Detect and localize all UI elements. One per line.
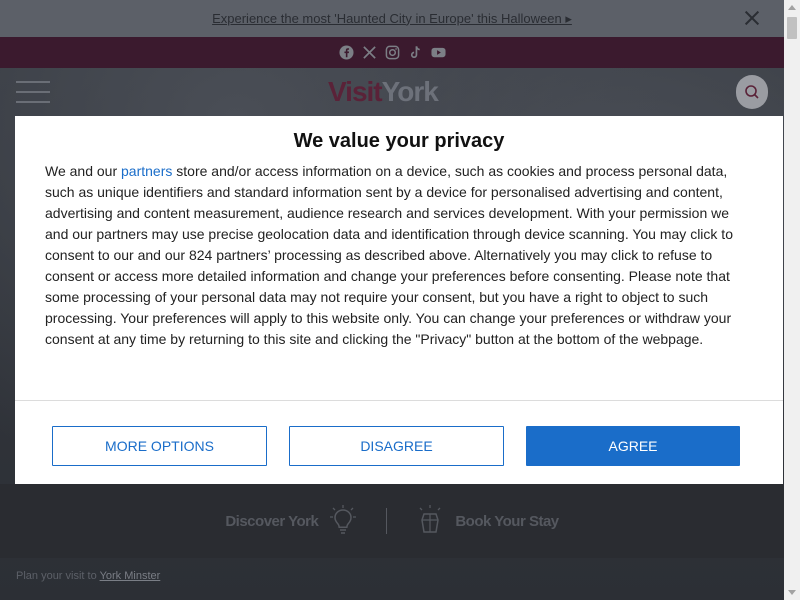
more-options-button[interactable]: MORE OPTIONS	[52, 426, 267, 466]
consent-divider	[15, 400, 783, 401]
hero-divider	[386, 508, 388, 534]
close-icon[interactable]	[744, 10, 760, 26]
facebook-icon[interactable]	[338, 45, 354, 60]
breadcrumb: Plan your visit to York Minster	[16, 570, 160, 582]
menu-icon[interactable]	[16, 81, 50, 103]
agree-button[interactable]: AGREE	[526, 426, 740, 466]
x-icon[interactable]	[362, 45, 377, 60]
partners-link[interactable]: partners	[121, 163, 172, 179]
site-logo[interactable]: VisitYork	[328, 76, 439, 108]
announcement-link[interactable]: Experience the most 'Haunted City in Eur…	[212, 11, 572, 27]
disagree-button[interactable]: DISAGREE	[289, 426, 504, 466]
hero-nav: Discover York Book Your Stay	[0, 484, 784, 558]
scroll-thumb[interactable]	[787, 17, 797, 39]
consent-body: We and our partners store and/or access …	[45, 161, 745, 350]
search-icon	[745, 85, 759, 99]
logo-visit: Visit	[328, 76, 383, 107]
consent-title: We value your privacy	[293, 130, 505, 152]
consent-body-text: store and/or access information on a dev…	[45, 163, 733, 347]
breadcrumb-prefix: Plan your visit to	[16, 570, 97, 582]
lantern-icon	[419, 505, 441, 533]
lightbulb-icon	[330, 505, 357, 534]
search-button[interactable]	[736, 75, 768, 109]
consent-dialog: We value your privacy We and our partner…	[15, 116, 783, 484]
breadcrumb-link[interactable]: York Minster	[100, 570, 161, 582]
announcement-bar: Experience the most 'Haunted City in Eur…	[0, 0, 784, 37]
tiktok-icon[interactable]	[408, 45, 423, 60]
scroll-up-icon[interactable]	[788, 5, 796, 10]
book-your-stay-label: Book Your Stay	[455, 512, 559, 530]
instagram-icon[interactable]	[385, 45, 400, 60]
discover-york-label: Discover York	[225, 512, 319, 530]
social-bar	[0, 37, 784, 68]
logo-york: York	[381, 76, 439, 107]
consent-body-intro: We and our	[45, 163, 122, 179]
youtube-icon[interactable]	[430, 45, 446, 60]
discover-york-link[interactable]: Discover York	[225, 505, 357, 537]
page-scrollbar[interactable]	[784, 0, 800, 600]
scroll-down-icon[interactable]	[788, 590, 796, 595]
book-your-stay-link[interactable]: Book Your Stay	[417, 505, 559, 537]
